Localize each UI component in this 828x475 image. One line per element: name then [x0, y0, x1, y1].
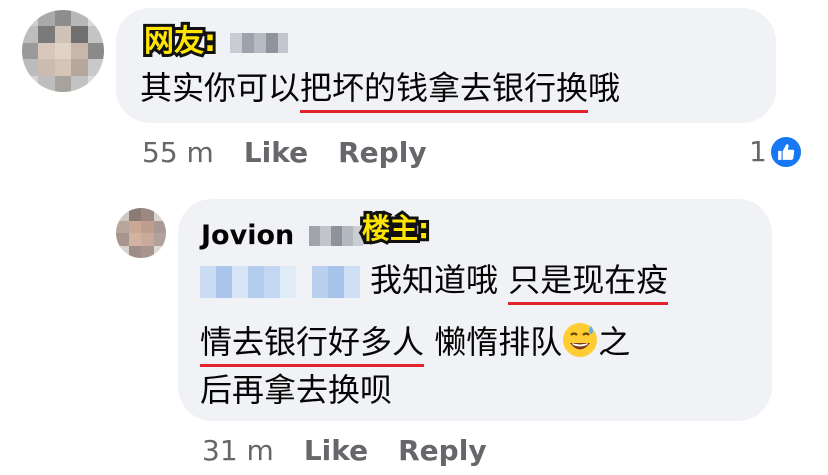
reply-text-line-2: 情去银行好多人 懒惰排队之 — [200, 322, 630, 367]
thumbs-up-icon — [768, 135, 803, 169]
like-button[interactable]: Like — [304, 434, 368, 467]
reply-button[interactable]: Reply — [398, 434, 486, 467]
comment-timestamp[interactable]: 55 m — [142, 136, 214, 169]
reply-author-name[interactable]: Jovion — [201, 222, 294, 249]
mention-name-blurred[interactable] — [200, 266, 360, 298]
reply-author-surname-blurred — [309, 226, 363, 246]
reply-text-line-3: 后再拿去换呗 — [200, 371, 393, 409]
reply-author-avatar[interactable] — [116, 208, 166, 258]
comment-text: 其实你可以把坏的钱拿去银行换哦 — [140, 69, 620, 113]
comment-meta: 55 m Like Reply — [142, 139, 427, 167]
commenter-avatar[interactable] — [22, 10, 104, 92]
reply-meta: 31 m Like Reply — [202, 437, 487, 465]
underlined-phrase: 把坏的钱拿去银行换 — [300, 69, 589, 113]
reply-text-line-1: 我知道哦 只是现在疫 — [370, 261, 669, 305]
sweat-smile-emoji-icon — [562, 322, 598, 363]
reaction-summary[interactable]: 1 — [749, 135, 803, 169]
commenter-tag-label: 网友: — [141, 24, 219, 60]
reply-timestamp[interactable]: 31 m — [202, 434, 274, 467]
reaction-count: 1 — [749, 135, 767, 168]
commenter-name-blurred — [230, 33, 288, 53]
reply-button[interactable]: Reply — [338, 136, 426, 169]
poster-tag-label: 楼主: — [359, 212, 432, 246]
underlined-phrase: 情去银行好多人 — [200, 323, 425, 367]
like-button[interactable]: Like — [244, 136, 308, 169]
underlined-phrase: 只是现在疫 — [508, 261, 669, 305]
